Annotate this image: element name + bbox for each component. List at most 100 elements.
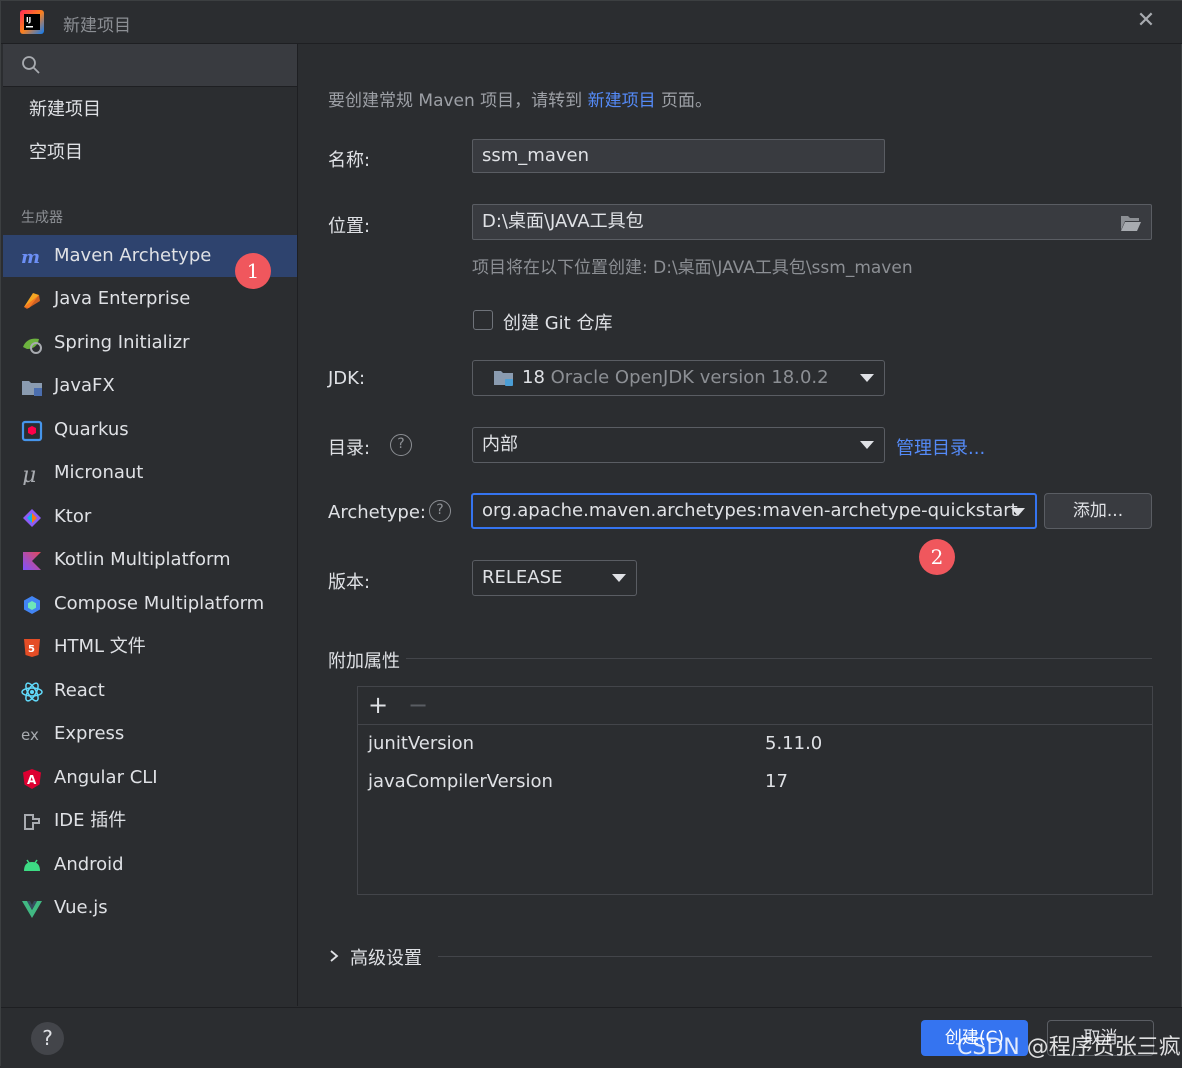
version-select[interactable]: RELEASE bbox=[472, 560, 637, 596]
archetype-value: org.apache.maven.archetypes:maven-archet… bbox=[482, 500, 1018, 521]
sidebar-item-label: Angular CLI bbox=[54, 767, 158, 788]
sidebar-item-empty-project[interactable]: 空项目 bbox=[3, 132, 297, 174]
kotlin-icon bbox=[23, 552, 41, 570]
sidebar-item-label: Vue.js bbox=[54, 897, 108, 918]
sidebar-item-label: HTML 文件 bbox=[54, 636, 146, 657]
separator bbox=[406, 658, 1152, 659]
ktor-icon bbox=[23, 509, 41, 527]
sidebar-item-quarkus[interactable]: Quarkus bbox=[3, 409, 297, 451]
properties-table: + − junitVersion 5.11.0 javaCompilerVers… bbox=[357, 686, 1153, 895]
sidebar-item-label: Maven Archetype bbox=[54, 245, 212, 266]
sidebar-item-label: Express bbox=[54, 723, 125, 744]
annotation-badge-2: 2 bbox=[919, 539, 955, 575]
new-project-link[interactable]: 新建项目 bbox=[588, 91, 656, 111]
sidebar-item-compose-multiplatform[interactable]: Compose Multiplatform bbox=[3, 583, 297, 625]
svg-text:ex: ex bbox=[21, 726, 39, 744]
chevron-down-icon bbox=[612, 574, 626, 582]
add-archetype-button[interactable]: 添加... bbox=[1044, 493, 1152, 529]
manage-catalogs-link[interactable]: 管理目录... bbox=[896, 434, 985, 460]
angular-icon: A bbox=[23, 769, 41, 789]
sidebar-item-vuejs[interactable]: Vue.js bbox=[3, 887, 297, 929]
sidebar: 新建项目 空项目 生成器 m Maven Archetype Java Ente… bbox=[3, 44, 298, 1006]
sidebar-item-label: React bbox=[54, 680, 105, 701]
chevron-down-icon bbox=[860, 441, 874, 449]
archetype-select[interactable]: org.apache.maven.archetypes:maven-archet… bbox=[471, 493, 1037, 529]
table-row[interactable]: javaCompilerVersion 17 bbox=[358, 763, 1152, 801]
table-row[interactable]: junitVersion 5.11.0 bbox=[358, 725, 1152, 763]
generators-section-label: 生成器 bbox=[21, 210, 63, 226]
maven-icon: m bbox=[21, 247, 40, 268]
property-value: 5.11.0 bbox=[765, 733, 823, 754]
sidebar-item-html-file[interactable]: 5 HTML 文件 bbox=[3, 626, 297, 668]
info-prefix: 要创建常规 Maven 项目，请转到 bbox=[328, 91, 588, 111]
chevron-down-icon bbox=[860, 374, 874, 382]
jdk-select[interactable]: 18 Oracle OpenJDK version 18.0.2 bbox=[472, 360, 885, 396]
sidebar-item-new-project[interactable]: 新建项目 bbox=[3, 89, 297, 131]
android-icon bbox=[24, 859, 40, 871]
version-value: RELEASE bbox=[482, 567, 563, 588]
sidebar-item-label: Kotlin Multiplatform bbox=[54, 549, 231, 570]
git-repo-label: 创建 Git 仓库 bbox=[503, 313, 613, 334]
version-label: 版本: bbox=[328, 572, 371, 593]
folder-open-icon[interactable] bbox=[1120, 214, 1142, 232]
property-key: javaCompilerVersion bbox=[368, 771, 553, 792]
sidebar-item-label: Android bbox=[54, 854, 124, 875]
name-field[interactable]: ssm_maven bbox=[472, 139, 885, 173]
archetype-label: Archetype: bbox=[328, 502, 426, 523]
sidebar-item-label: 空项目 bbox=[29, 142, 83, 163]
advanced-settings-label: 高级设置 bbox=[350, 948, 422, 969]
javafx-folder-icon bbox=[22, 381, 42, 396]
location-value: D:\桌面\JAVA工具包 bbox=[482, 211, 644, 232]
spring-icon bbox=[23, 338, 42, 354]
close-icon[interactable]: ✕ bbox=[1134, 9, 1158, 33]
sidebar-item-label: Java Enterprise bbox=[54, 288, 191, 309]
sidebar-item-label: Quarkus bbox=[54, 419, 129, 440]
express-icon: ex bbox=[21, 726, 39, 744]
catalog-select[interactable]: 内部 bbox=[472, 427, 885, 463]
csdn-watermark: CSDN @程序员张三疯 bbox=[957, 1035, 1181, 1060]
help-icon[interactable]: ? bbox=[31, 1022, 64, 1055]
sidebar-item-android[interactable]: Android bbox=[3, 844, 297, 886]
chevron-down-icon bbox=[1011, 508, 1025, 516]
catalog-label: 目录: bbox=[328, 438, 371, 459]
remove-property-icon[interactable]: − bbox=[408, 691, 428, 719]
git-repo-checkbox[interactable] bbox=[473, 310, 493, 330]
catalog-help-icon[interactable]: ? bbox=[390, 434, 412, 456]
window-title: 新建项目 bbox=[63, 16, 131, 36]
sidebar-item-label: JavaFX bbox=[54, 375, 115, 396]
react-icon bbox=[21, 682, 43, 702]
sidebar-item-label: Compose Multiplatform bbox=[54, 593, 265, 614]
jdk-version: 18 bbox=[522, 367, 545, 388]
sidebar-item-kotlin-multiplatform[interactable]: Kotlin Multiplatform bbox=[3, 539, 297, 581]
compose-icon bbox=[24, 596, 40, 614]
jdk-name: Oracle OpenJDK version 18.0.2 bbox=[550, 367, 829, 388]
sidebar-item-ide-plugin[interactable]: IDE 插件 bbox=[3, 800, 297, 842]
sidebar-item-label: Micronaut bbox=[54, 462, 144, 483]
sidebar-item-javafx[interactable]: JavaFX bbox=[3, 365, 297, 407]
sidebar-item-ktor[interactable]: Ktor bbox=[3, 496, 297, 538]
search-icon bbox=[22, 56, 40, 74]
sidebar-item-label: Spring Initializr bbox=[54, 332, 190, 353]
sidebar-item-micronaut[interactable]: μ Micronaut bbox=[3, 452, 297, 494]
location-hint: 项目将在以下位置创建: D:\桌面\JAVA工具包\ssm_maven bbox=[472, 258, 913, 278]
location-field[interactable]: D:\桌面\JAVA工具包 bbox=[472, 204, 1152, 240]
jdk-label: JDK: bbox=[328, 368, 366, 389]
sidebar-item-angular-cli[interactable]: A Angular CLI bbox=[3, 757, 297, 799]
svg-text:5: 5 bbox=[28, 644, 35, 655]
sidebar-item-express[interactable]: ex Express bbox=[3, 713, 297, 755]
svg-text:IJ: IJ bbox=[26, 16, 31, 24]
name-label: 名称: bbox=[328, 150, 371, 171]
svg-text:A: A bbox=[27, 773, 37, 787]
sidebar-search-input[interactable] bbox=[3, 44, 297, 87]
archetype-help-icon[interactable]: ? bbox=[429, 500, 451, 522]
annotation-badge-1: 1 bbox=[235, 253, 271, 289]
sidebar-item-react[interactable]: React bbox=[3, 670, 297, 712]
html5-icon: 5 bbox=[24, 639, 40, 657]
micronaut-icon: μ bbox=[22, 463, 36, 485]
svg-text:μ: μ bbox=[22, 463, 36, 485]
catalog-value: 内部 bbox=[482, 434, 518, 455]
main-panel: 要创建常规 Maven 项目，请转到 新建项目 页面。 名称: ssm_mave… bbox=[298, 44, 1181, 1006]
add-property-icon[interactable]: + bbox=[368, 691, 388, 719]
sidebar-item-spring-initializr[interactable]: Spring Initializr bbox=[3, 322, 297, 364]
vue-icon bbox=[22, 901, 42, 918]
